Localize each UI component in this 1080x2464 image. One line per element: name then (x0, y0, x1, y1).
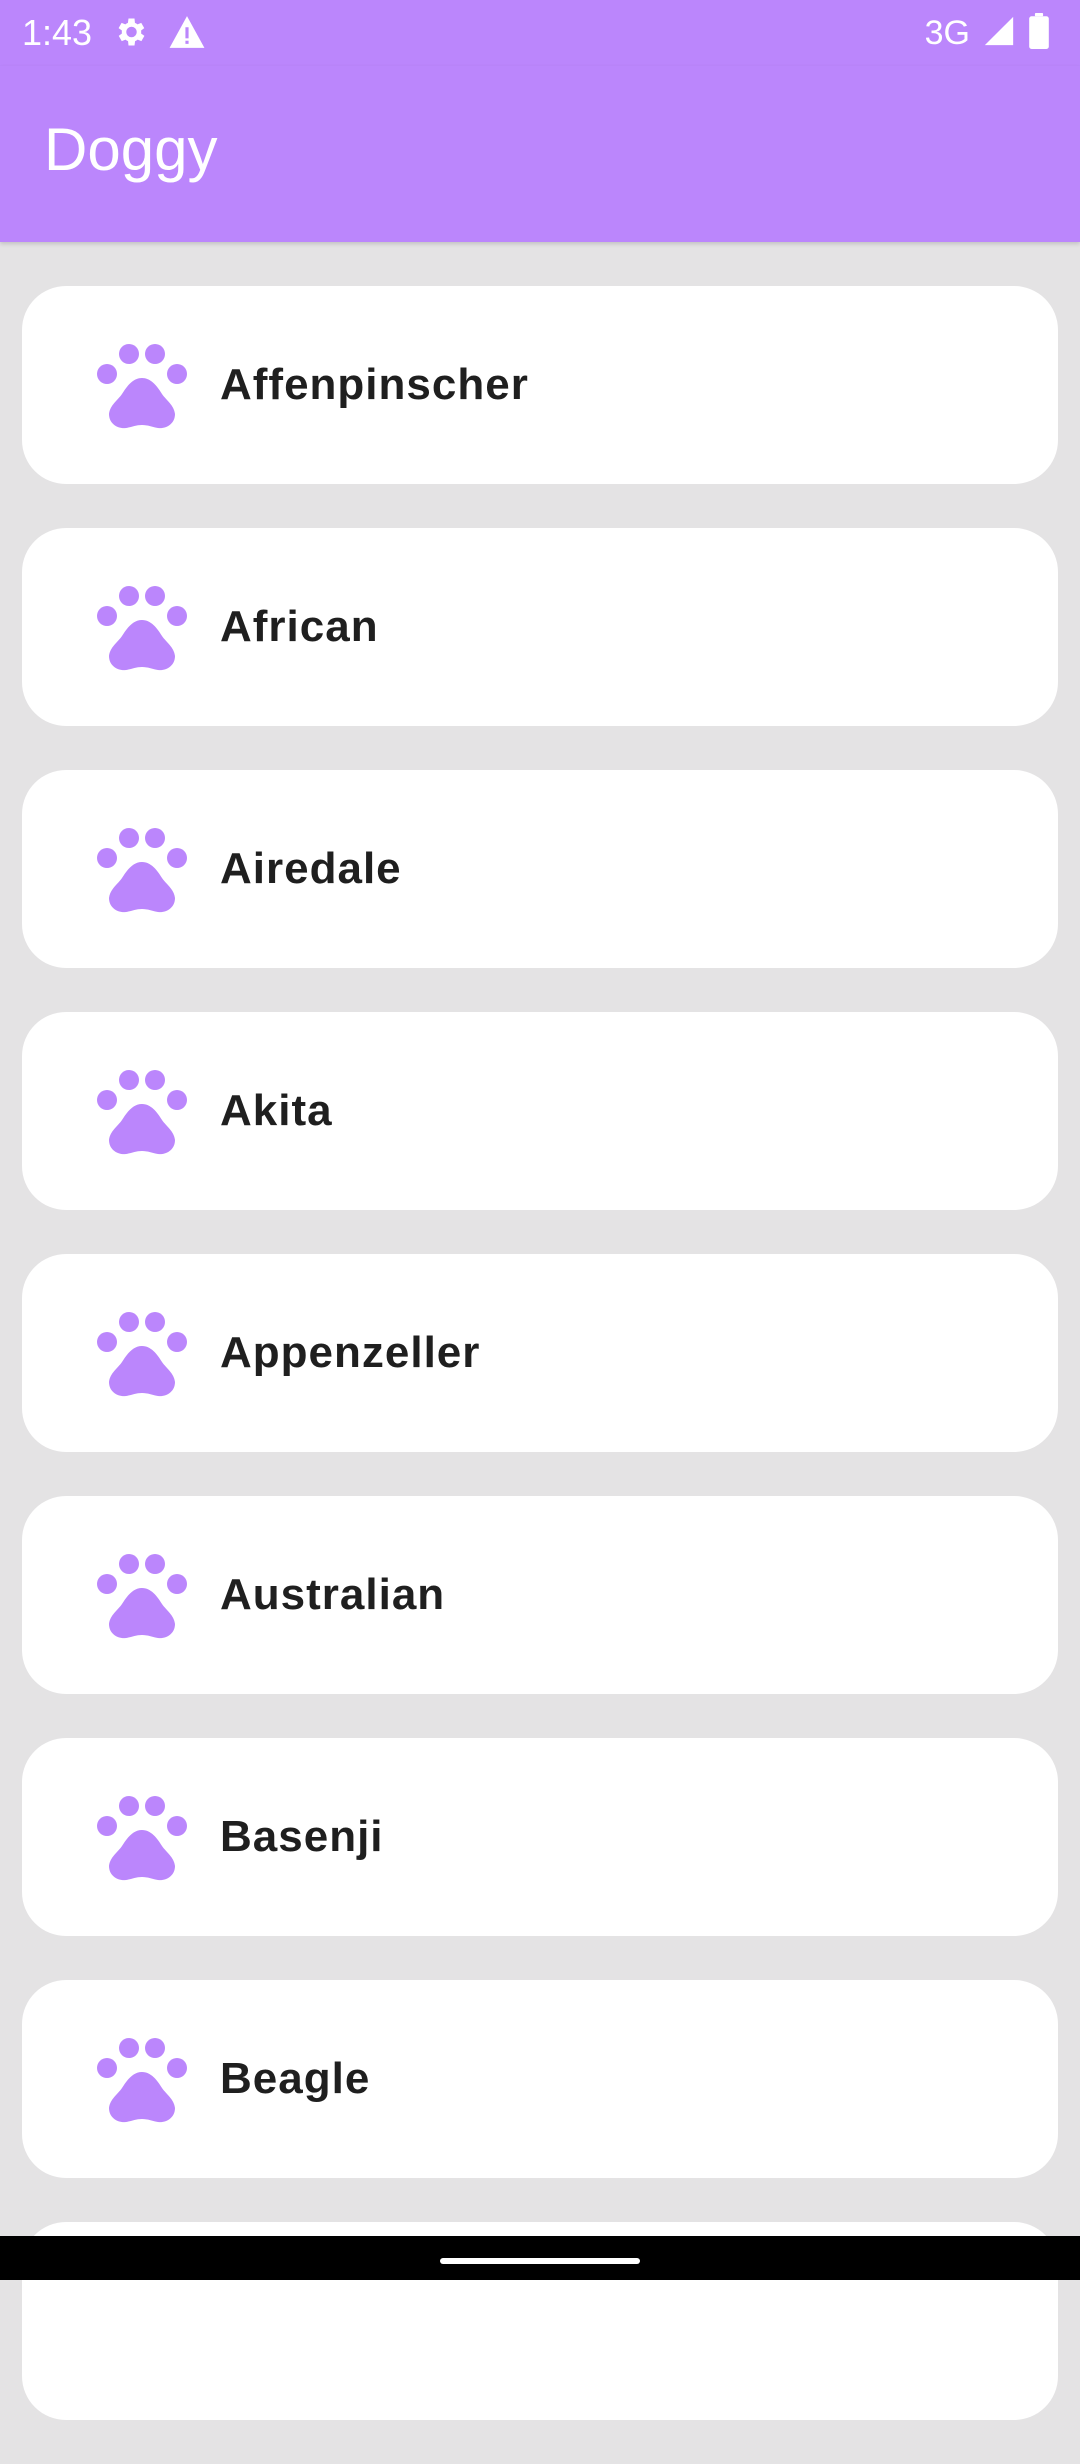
breed-card-appenzeller[interactable]: Appenzeller (22, 1254, 1058, 1452)
battery-icon (1028, 12, 1050, 54)
paw-icon (96, 2036, 188, 2124)
breed-name: African (220, 602, 379, 651)
paw-icon (96, 342, 188, 430)
breed-name: Affenpinscher (220, 360, 529, 409)
paw-icon (96, 1794, 188, 1882)
navigation-bar (0, 2236, 1080, 2280)
breed-card-beagle[interactable]: Beagle (22, 1980, 1058, 2178)
paw-icon (96, 1552, 188, 1640)
paw-icon (96, 1310, 188, 1398)
gear-icon (112, 14, 148, 55)
breed-card-airedale[interactable]: Airedale (22, 770, 1058, 968)
status-bar: 1:43 3G (0, 0, 1080, 66)
breed-name: Akita (220, 1086, 333, 1135)
breed-card-african[interactable]: African (22, 528, 1058, 726)
network-type: 3G (924, 14, 970, 52)
home-handle[interactable] (440, 2258, 640, 2264)
breed-card-basenji[interactable]: Basenji (22, 1738, 1058, 1936)
breed-card-australian[interactable]: Australian (22, 1496, 1058, 1694)
status-time: 1:43 (22, 12, 93, 53)
breed-name: Australian (220, 1570, 446, 1619)
alert-triangle-icon (168, 14, 206, 55)
app-title: Doggy (44, 116, 218, 183)
breed-name: Basenji (220, 1812, 384, 1861)
paw-icon (96, 826, 188, 914)
breed-card-akita[interactable]: Akita (22, 1012, 1058, 1210)
signal-icon (982, 14, 1016, 53)
breed-list: Affenpinscher African Airedale Akita App… (22, 286, 1058, 2464)
paw-icon (96, 1068, 188, 1156)
paw-icon (96, 584, 188, 672)
breed-card-affenpinscher[interactable]: Affenpinscher (22, 286, 1058, 484)
breed-name: Airedale (220, 844, 402, 893)
app-bar: Doggy (0, 66, 1080, 242)
breed-name: Appenzeller (220, 1328, 481, 1377)
breed-name: Beagle (220, 2054, 371, 2103)
